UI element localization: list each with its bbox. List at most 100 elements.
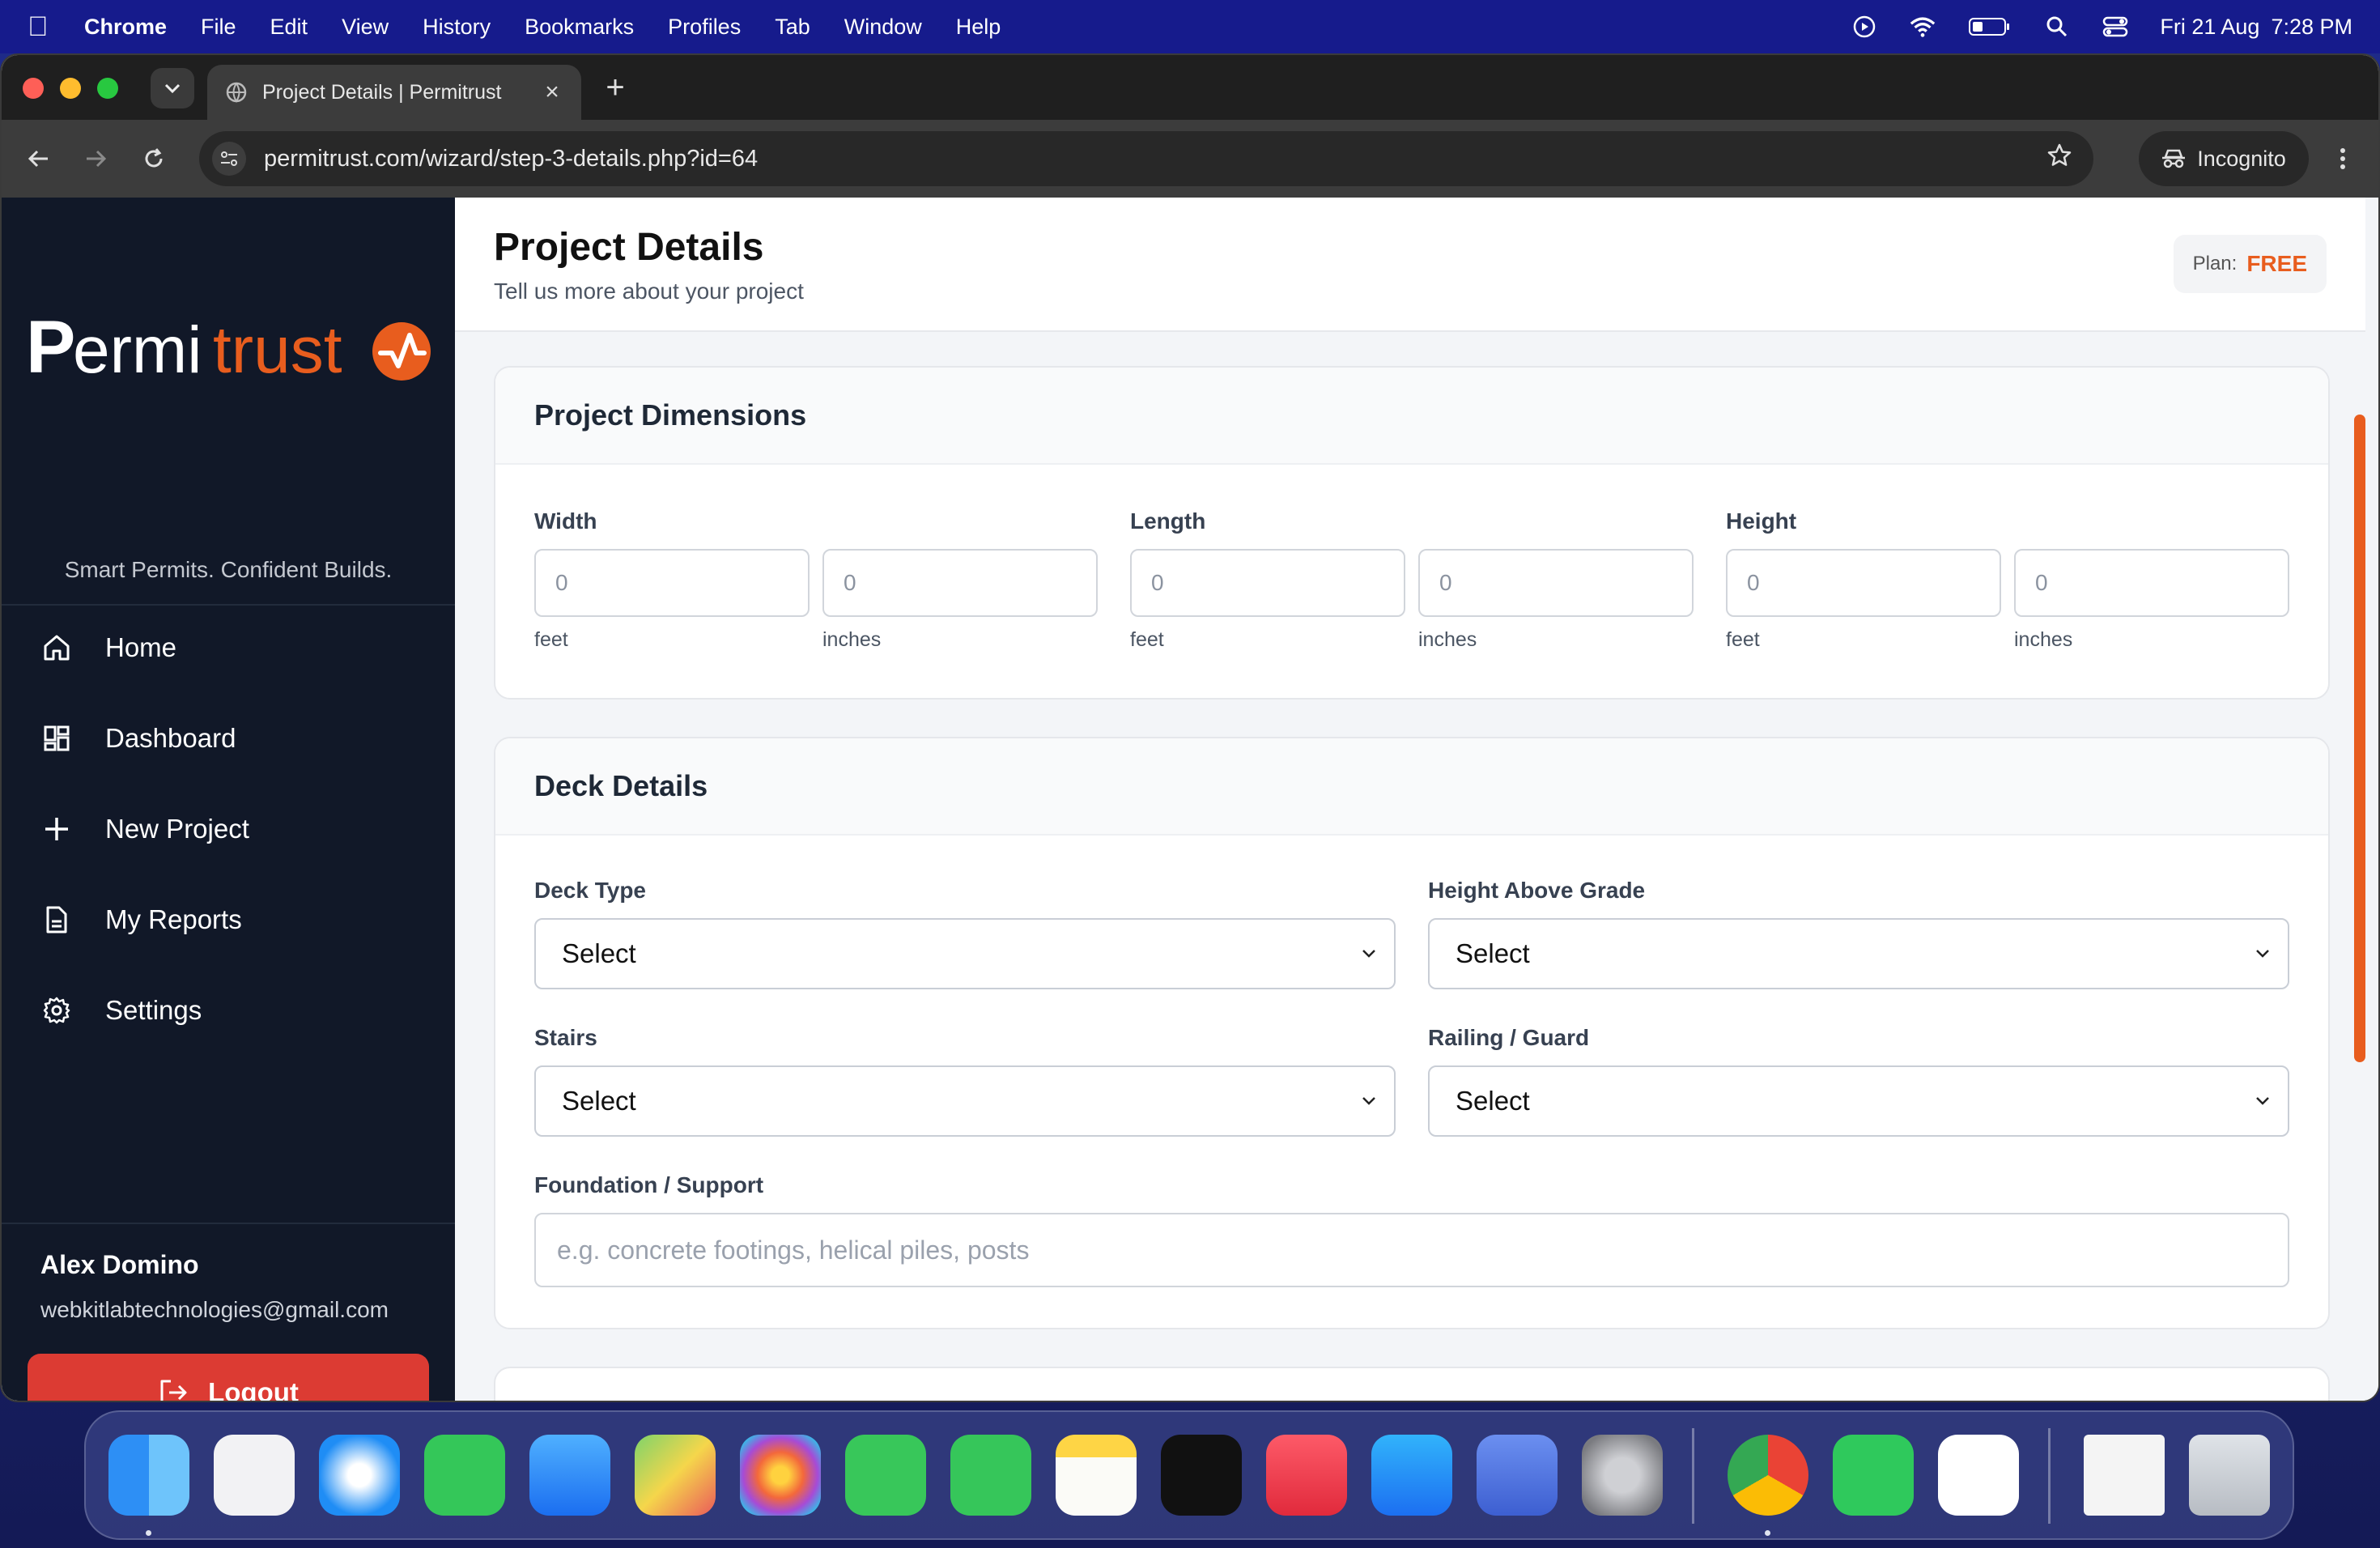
- fullscreen-window-button[interactable]: [97, 78, 118, 99]
- menu-profiles[interactable]: Profiles: [668, 15, 741, 40]
- incognito-label: Incognito: [2197, 146, 2286, 171]
- maps-icon[interactable]: [635, 1435, 716, 1516]
- length-label: Length: [1130, 508, 1206, 534]
- sidebar-item-new-project[interactable]: New Project: [40, 805, 249, 853]
- safari-icon[interactable]: [319, 1435, 400, 1516]
- menu-bookmarks[interactable]: Bookmarks: [525, 15, 634, 40]
- facetime-icon[interactable]: [845, 1435, 926, 1516]
- media-play-icon[interactable]: [1851, 13, 1878, 40]
- kebab-menu-icon: [2340, 148, 2345, 169]
- finder-icon[interactable]: [108, 1435, 189, 1516]
- sidebar-item-my-reports[interactable]: My Reports: [40, 895, 242, 944]
- web-page: P ermi trust Smart Permits. Confident Bu…: [2, 198, 2378, 1401]
- sidebar-divider-top: [2, 604, 455, 606]
- width-feet-unit: feet: [534, 628, 568, 651]
- page-scrollbar[interactable]: [2354, 415, 2365, 1062]
- chevron-down-icon: [2256, 1097, 2269, 1105]
- page-subtitle: Tell us more about your project: [494, 279, 804, 304]
- bookmark-star-icon[interactable]: [2046, 142, 2072, 175]
- stairs-select[interactable]: Select: [534, 1065, 1396, 1137]
- sidebar-item-settings[interactable]: Settings: [40, 986, 202, 1035]
- incognito-indicator[interactable]: Incognito: [2139, 131, 2309, 186]
- tab-strip: Project Details | Permitrust × +: [2, 55, 2378, 120]
- permitrust-logo[interactable]: P ermi trust: [23, 295, 436, 400]
- phone-icon[interactable]: [950, 1435, 1031, 1516]
- width-feet-input[interactable]: 0: [534, 549, 810, 617]
- iphone-mirroring-icon[interactable]: [1477, 1435, 1558, 1516]
- notes-icon[interactable]: [1056, 1435, 1137, 1516]
- sidebar-item-label: My Reports: [105, 904, 242, 934]
- length-inches-input[interactable]: 0: [1418, 549, 1694, 617]
- quicktime-icon[interactable]: [1938, 1435, 2019, 1516]
- wifi-icon[interactable]: [1909, 13, 1936, 40]
- deck-type-value: Select: [562, 938, 636, 968]
- music-icon[interactable]: [1266, 1435, 1347, 1516]
- height-feet-input[interactable]: 0: [1726, 549, 2001, 617]
- menu-file[interactable]: File: [201, 15, 236, 40]
- site-info-icon[interactable]: [212, 142, 246, 176]
- home-icon: [40, 632, 73, 664]
- foundation-support-input[interactable]: e.g. concrete footings, helical piles, p…: [534, 1213, 2289, 1287]
- mail-icon[interactable]: [529, 1435, 610, 1516]
- close-tab-icon[interactable]: ×: [541, 79, 563, 106]
- railing-guard-value: Select: [1456, 1086, 1530, 1116]
- sidebar-item-dashboard[interactable]: Dashboard: [40, 714, 236, 763]
- width-inches-input[interactable]: 0: [822, 549, 1098, 617]
- apple-menu-icon[interactable]: : [28, 11, 60, 43]
- minimize-window-button[interactable]: [60, 78, 81, 99]
- photos-icon[interactable]: [740, 1435, 821, 1516]
- sidebar: P ermi trust Smart Permits. Confident Bu…: [2, 198, 455, 1401]
- menu-window[interactable]: Window: [844, 15, 922, 40]
- control-center-icon[interactable]: [2102, 13, 2129, 40]
- deck-type-select[interactable]: Select: [534, 918, 1396, 989]
- reload-button[interactable]: [134, 139, 173, 178]
- chrome-icon[interactable]: [1728, 1435, 1808, 1516]
- height-above-grade-select[interactable]: Select: [1428, 918, 2289, 989]
- plan-value: FREE: [2246, 251, 2307, 276]
- menu-help[interactable]: Help: [956, 15, 1001, 40]
- logout-button[interactable]: Logout: [28, 1354, 429, 1401]
- battery-icon[interactable]: [1967, 13, 2012, 40]
- dock-separator: [2048, 1428, 2051, 1524]
- height-feet-unit: feet: [1726, 628, 1760, 651]
- app-store-icon[interactable]: [1371, 1435, 1452, 1516]
- whatsapp-icon[interactable]: [1833, 1435, 1914, 1516]
- plan-label: Plan:: [2192, 253, 2238, 274]
- spotlight-search-icon[interactable]: [2043, 13, 2071, 40]
- document-stack-icon[interactable]: [2084, 1435, 2165, 1516]
- messages-icon[interactable]: [424, 1435, 505, 1516]
- menu-view[interactable]: View: [342, 15, 389, 40]
- page-header: Project Details Tell us more about your …: [455, 198, 2365, 332]
- forward-button[interactable]: [76, 139, 115, 178]
- system-settings-icon[interactable]: [1582, 1435, 1663, 1516]
- stairs-value: Select: [562, 1086, 636, 1116]
- browser-toolbar: permitrust.com/wizard/step-3-details.php…: [2, 120, 2378, 198]
- height-inches-input[interactable]: 0: [2014, 549, 2289, 617]
- menu-tab[interactable]: Tab: [775, 15, 810, 40]
- railing-guard-select[interactable]: Select: [1428, 1065, 2289, 1137]
- browser-tab-active[interactable]: Project Details | Permitrust ×: [207, 65, 581, 120]
- user-name: Alex Domino: [40, 1250, 199, 1279]
- menu-app-name[interactable]: Chrome: [84, 15, 167, 40]
- apple-tv-icon[interactable]: [1161, 1435, 1242, 1516]
- menubar-time[interactable]: 7:28 PM: [2271, 15, 2352, 40]
- address-bar[interactable]: permitrust.com/wizard/step-3-details.php…: [199, 131, 2093, 186]
- sidebar-item-home[interactable]: Home: [40, 623, 176, 672]
- browser-menu-button[interactable]: [2327, 139, 2359, 178]
- chrome-running-indicator: [1765, 1530, 1770, 1536]
- close-window-button[interactable]: [23, 78, 44, 99]
- menubar-date[interactable]: Fri 21 Aug: [2160, 15, 2259, 40]
- project-dimensions-card: Project Dimensions Width 0 0 feet inches…: [494, 366, 2330, 700]
- next-section-card: [494, 1367, 2330, 1401]
- back-button[interactable]: [19, 139, 58, 178]
- menu-history[interactable]: History: [423, 15, 491, 40]
- width-label: Width: [534, 508, 597, 534]
- length-feet-input[interactable]: 0: [1130, 549, 1405, 617]
- tab-search-button[interactable]: [151, 68, 194, 108]
- menu-edit[interactable]: Edit: [270, 15, 308, 40]
- reload-icon: [145, 148, 163, 168]
- new-tab-button[interactable]: +: [599, 71, 631, 104]
- launchpad-icon[interactable]: [214, 1435, 295, 1516]
- logo-p: P: [26, 306, 75, 389]
- trash-icon[interactable]: [2189, 1435, 2270, 1516]
